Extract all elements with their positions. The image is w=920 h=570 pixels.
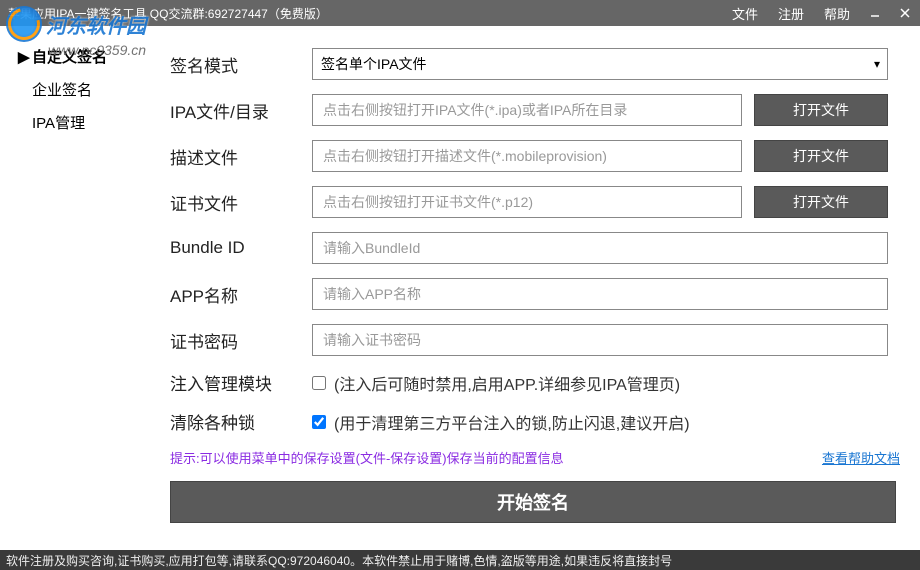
sign-mode-select[interactable]: 签名单个IPA文件 bbox=[312, 48, 888, 80]
sidebar-label: 自定义签名 bbox=[32, 46, 107, 67]
inject-label: 注入管理模块 bbox=[170, 370, 300, 395]
minimize-button[interactable] bbox=[860, 0, 890, 26]
sidebar: ▶ 自定义签名 企业签名 IPA管理 bbox=[0, 26, 170, 550]
window-title: 苹果应用IPA一键签名工具 QQ交流群:692727447（免费版） bbox=[8, 5, 328, 22]
help-doc-link[interactable]: 查看帮助文档 bbox=[822, 448, 900, 467]
sidebar-label: 企业签名 bbox=[32, 79, 92, 100]
clear-checkbox[interactable] bbox=[312, 415, 326, 429]
main-area: ▶ 自定义签名 企业签名 IPA管理 签名模式 签名单个IPA文件 IPA文件/… bbox=[0, 26, 920, 550]
desc-file-label: 描述文件 bbox=[170, 144, 300, 169]
bundle-id-input[interactable] bbox=[312, 232, 888, 264]
start-sign-button[interactable]: 开始签名 bbox=[170, 481, 896, 523]
ipa-path-label: IPA文件/目录 bbox=[170, 98, 300, 123]
cert-pwd-label: 证书密码 bbox=[170, 328, 300, 353]
app-name-label: APP名称 bbox=[170, 282, 300, 307]
close-button[interactable] bbox=[890, 0, 920, 26]
sign-mode-label: 签名模式 bbox=[170, 52, 300, 77]
open-desc-button[interactable]: 打开文件 bbox=[754, 140, 888, 172]
cert-pwd-input[interactable] bbox=[312, 324, 888, 356]
clear-desc: (用于清理第三方平台注入的锁,防止闪退,建议开启) bbox=[334, 410, 690, 434]
titlebar: 苹果应用IPA一键签名工具 QQ交流群:692727447（免费版） 文件 注册… bbox=[0, 0, 920, 26]
statusbar: 软件注册及购买咨询,证书购买,应用打包等,请联系QQ:972046040。本软件… bbox=[0, 550, 920, 570]
chevron-right-icon: ▶ bbox=[18, 48, 28, 66]
open-ipa-button[interactable]: 打开文件 bbox=[754, 94, 888, 126]
tip-text: 提示:可以使用菜单中的保存设置(文件-保存设置)保存当前的配置信息 bbox=[170, 448, 564, 467]
ipa-path-input[interactable] bbox=[312, 94, 742, 126]
bundle-id-label: Bundle ID bbox=[170, 238, 300, 258]
menu-help[interactable]: 帮助 bbox=[814, 0, 860, 26]
titlebar-right: 文件 注册 帮助 bbox=[722, 0, 920, 26]
cert-file-label: 证书文件 bbox=[170, 190, 300, 215]
sidebar-item-ipa-manage[interactable]: IPA管理 bbox=[0, 106, 170, 139]
statusbar-text: 软件注册及购买咨询,证书购买,应用打包等,请联系QQ:972046040。本软件… bbox=[6, 552, 672, 569]
inject-desc: (注入后可随时禁用,启用APP.详细参见IPA管理页) bbox=[334, 371, 680, 395]
menu-file[interactable]: 文件 bbox=[722, 0, 768, 26]
sidebar-item-enterprise-sign[interactable]: 企业签名 bbox=[0, 73, 170, 106]
sidebar-label: IPA管理 bbox=[32, 112, 85, 133]
clear-label: 清除各种锁 bbox=[170, 409, 300, 434]
open-cert-button[interactable]: 打开文件 bbox=[754, 186, 888, 218]
inject-checkbox[interactable] bbox=[312, 376, 326, 390]
sidebar-item-custom-sign[interactable]: ▶ 自定义签名 bbox=[0, 40, 170, 73]
cert-file-input[interactable] bbox=[312, 186, 742, 218]
menu-register[interactable]: 注册 bbox=[768, 0, 814, 26]
app-name-input[interactable] bbox=[312, 278, 888, 310]
content-panel: 签名模式 签名单个IPA文件 IPA文件/目录 打开文件 描述文件 打开文件 证… bbox=[170, 26, 920, 550]
desc-file-input[interactable] bbox=[312, 140, 742, 172]
